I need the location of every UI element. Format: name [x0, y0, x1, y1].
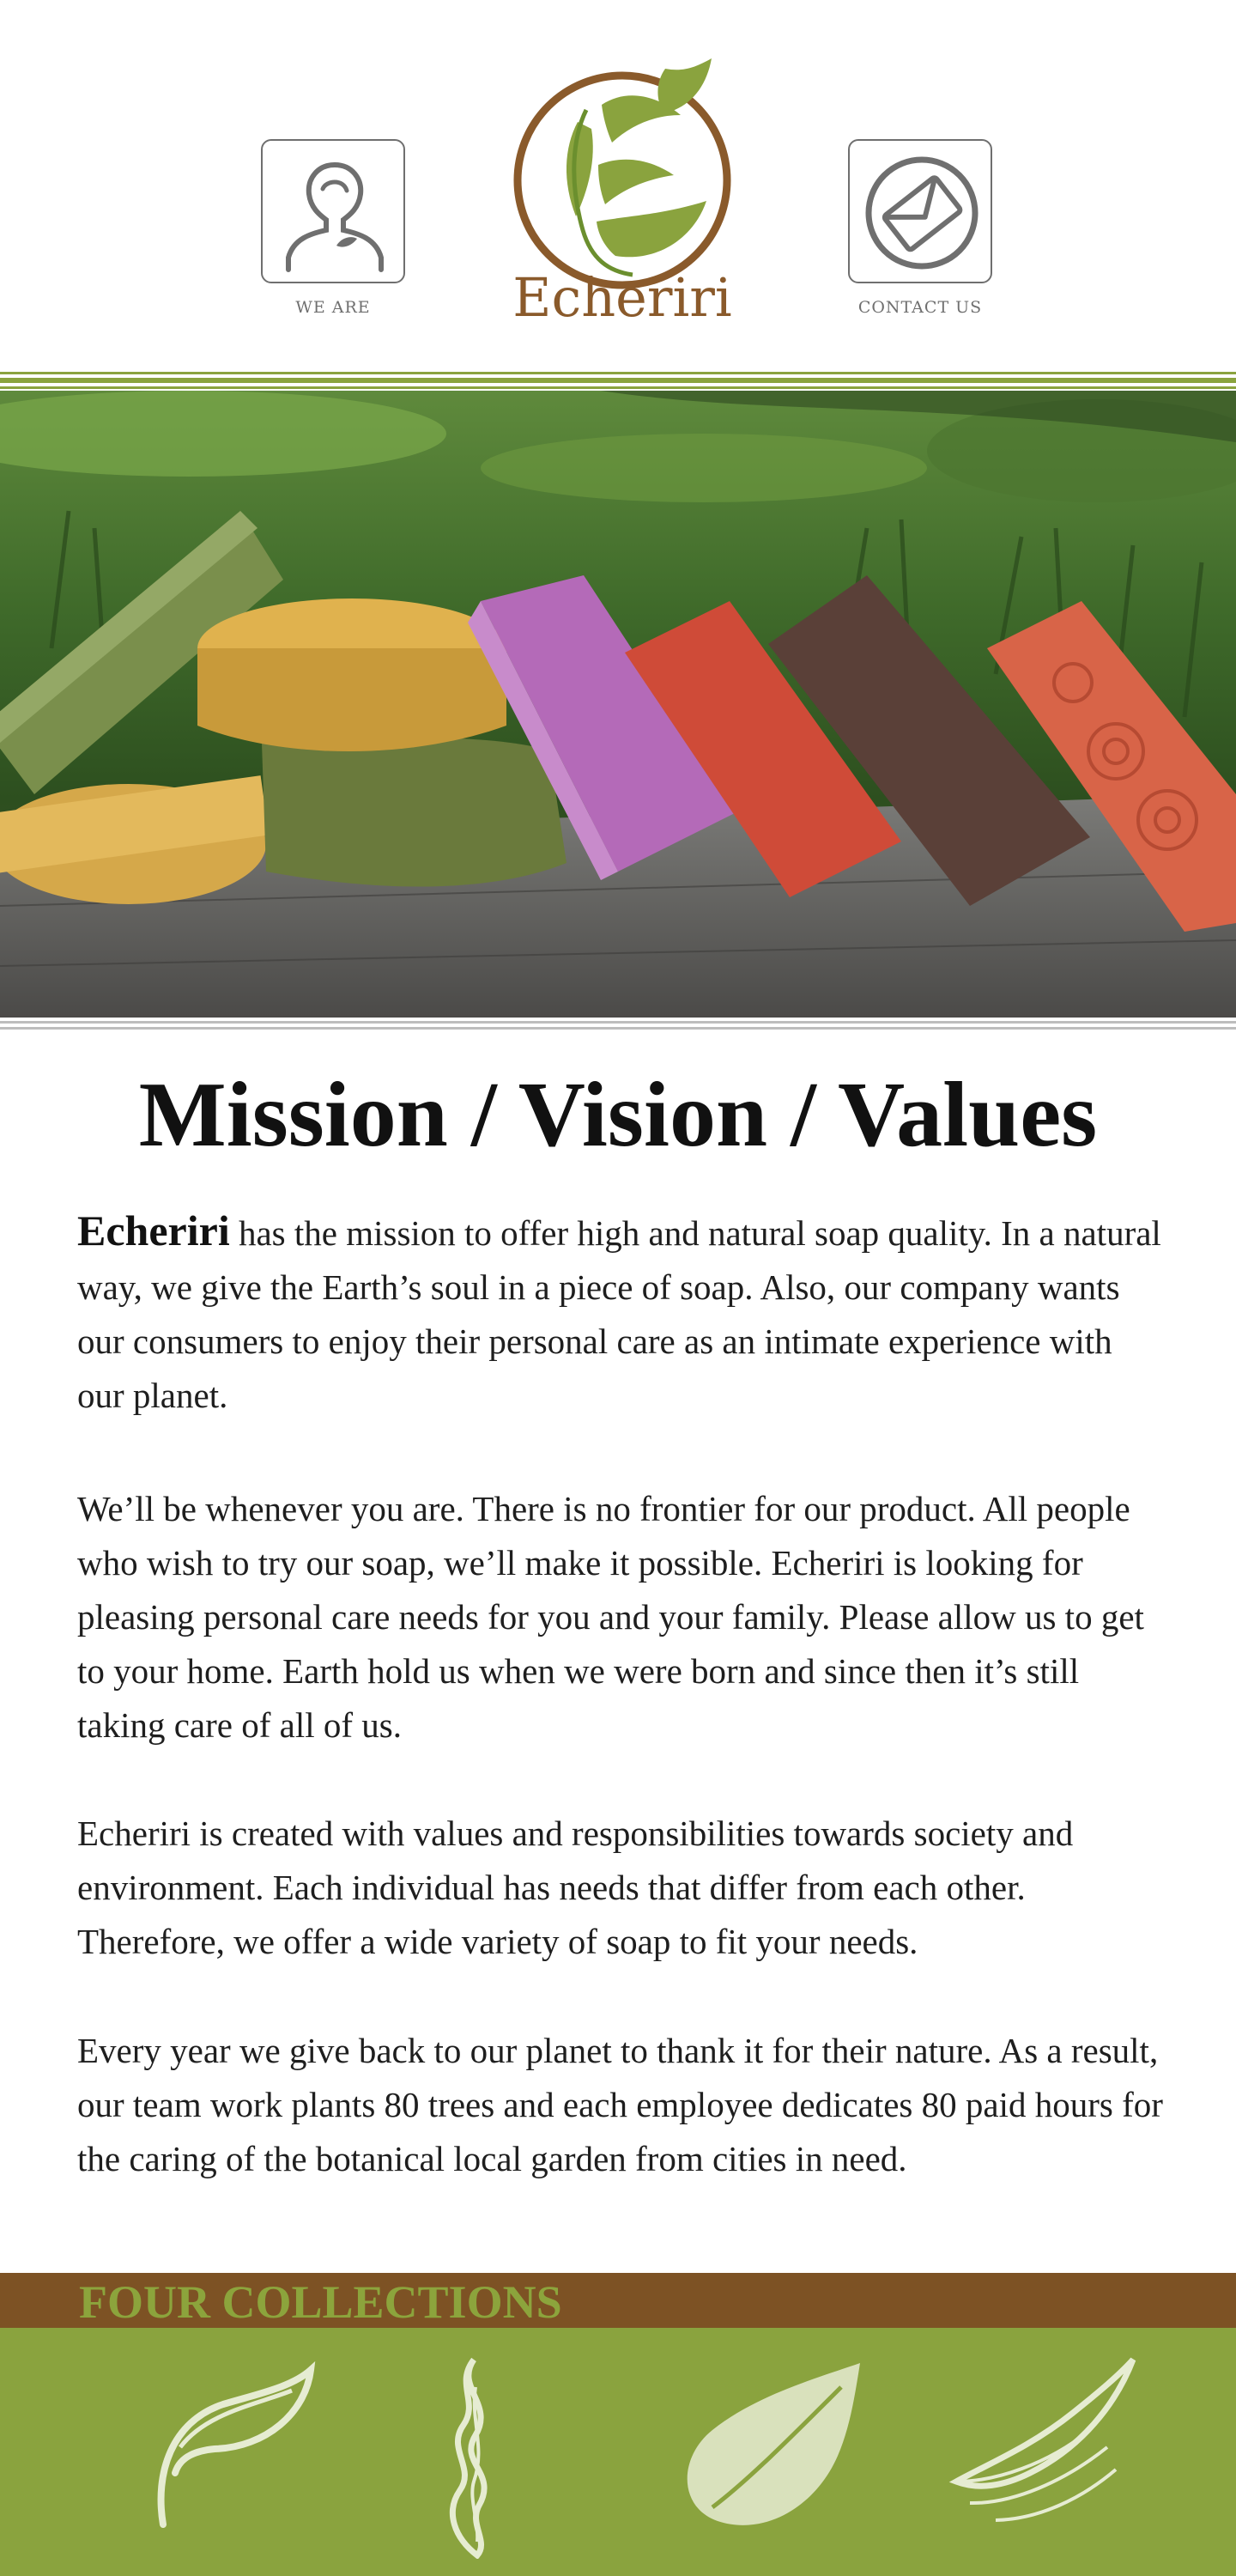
- water-drop-leaf-icon[interactable]: [661, 2353, 867, 2537]
- flame-leaf-icon[interactable]: [429, 2353, 524, 2562]
- contact-us-button[interactable]: [848, 139, 992, 283]
- we-are-button[interactable]: [261, 139, 405, 283]
- hero-divider: [0, 1021, 1236, 1030]
- brand-name[interactable]: Echeriri: [481, 271, 764, 325]
- leaf-sprout-icon[interactable]: [129, 2353, 326, 2537]
- soap-bars-photo: [0, 391, 1236, 1018]
- header-divider: [0, 372, 1236, 389]
- mission-paragraph: Echeriri has the mission to offer high a…: [77, 1204, 1167, 1423]
- person-icon: [286, 162, 384, 272]
- envelope-icon: [865, 156, 978, 270]
- giving-back-paragraph: Every year we give back to our planet to…: [77, 2031, 1163, 2178]
- hero-image: [0, 391, 1236, 1018]
- values-paragraph: Echeriri is created with values and resp…: [77, 1814, 1074, 1961]
- collections-heading[interactable]: FOUR COLLECTIONS: [79, 2279, 562, 2325]
- site-header: WE ARE Echeriri CONTACT US: [0, 0, 1236, 369]
- we-are-label: WE ARE: [295, 298, 371, 317]
- mission-text: has the mission to offer high and natura…: [77, 1213, 1161, 1415]
- vision-paragraph: We’ll be whenever you are. There is no f…: [77, 1489, 1144, 1745]
- contact-us-label: CONTACT US: [857, 298, 983, 317]
- feather-leaf-icon[interactable]: [944, 2353, 1142, 2528]
- page-title: Mission / Vision / Values: [138, 1064, 1098, 1166]
- intro-brand-name: Echeriri: [77, 1206, 230, 1255]
